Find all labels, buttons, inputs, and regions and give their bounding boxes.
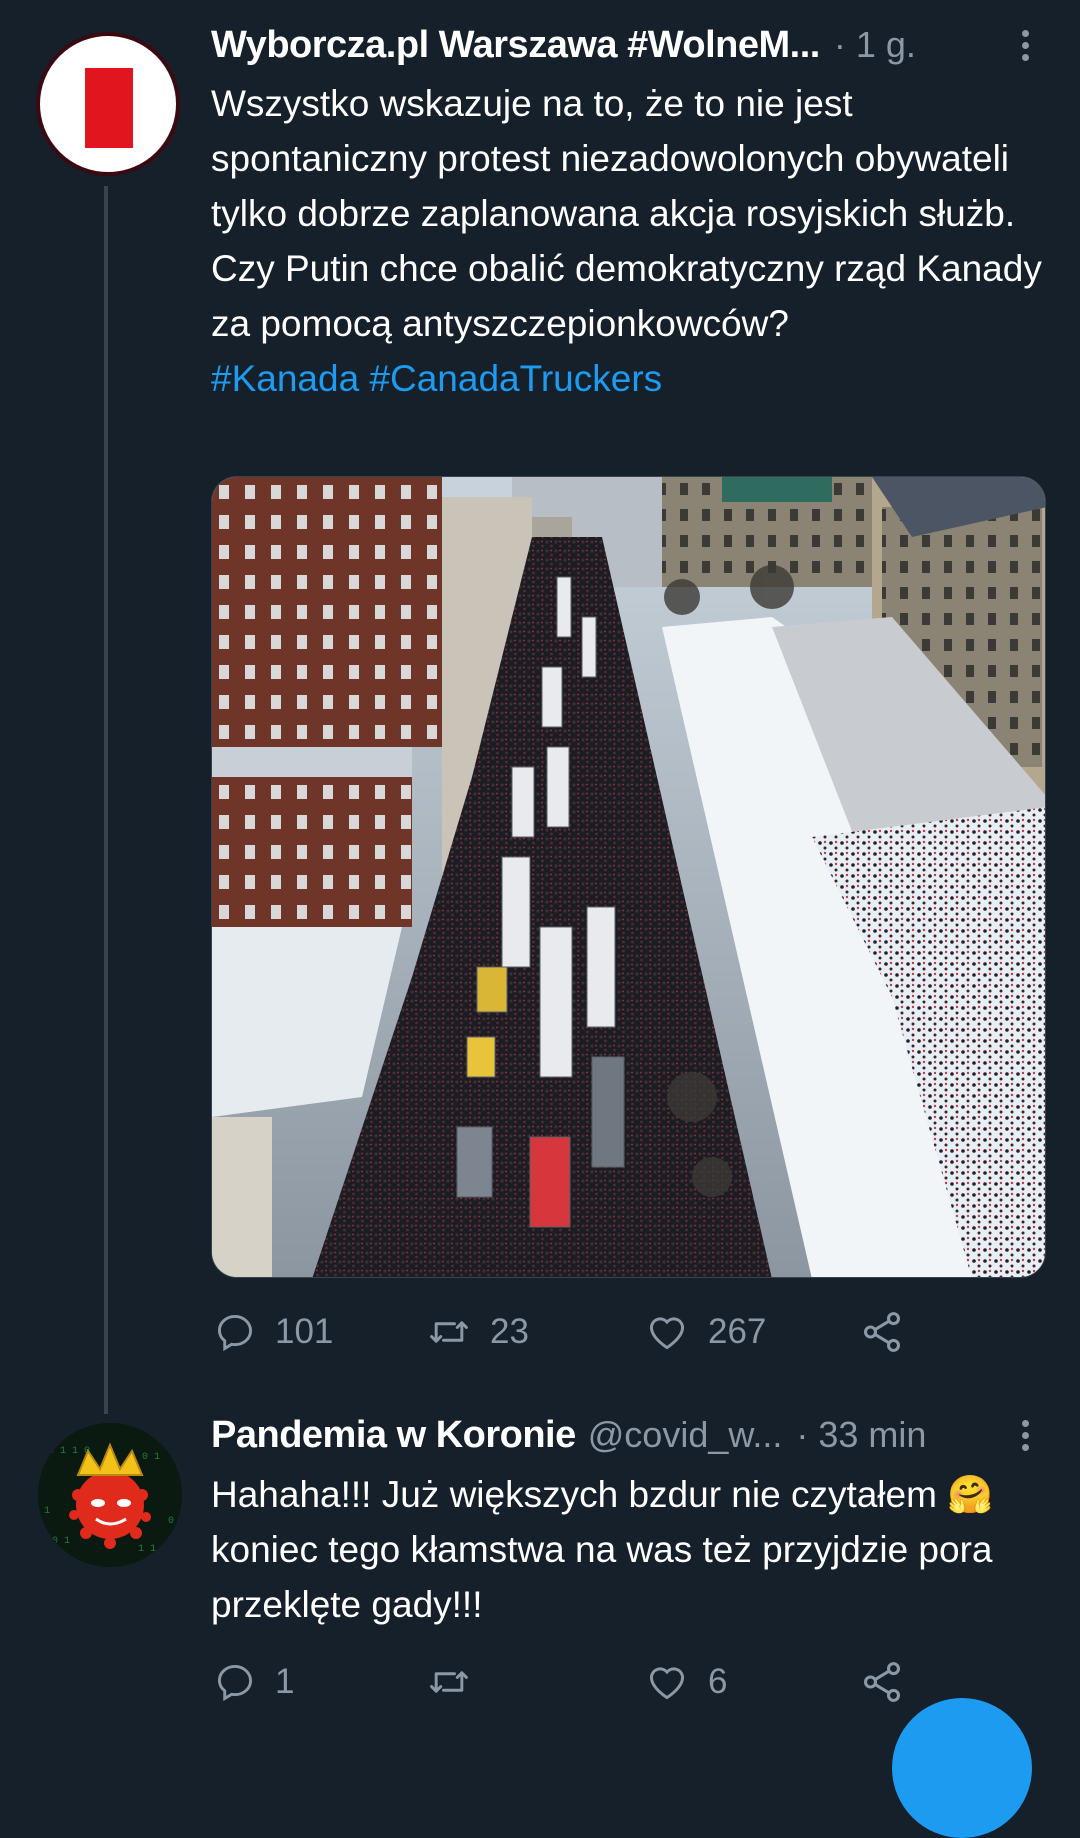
like-icon (649, 1667, 685, 1700)
avatar-wyborcza[interactable] (36, 32, 180, 176)
tweet-body: Wszystko wskazuje na to, że to nie jest … (211, 83, 1042, 344)
avatar-pandemia[interactable]: 0 1 1 01 0 1 10 0 11 1 0 (38, 1423, 182, 1567)
reply-count: 101 (275, 1312, 334, 1351)
retweet-icon (430, 1671, 468, 1693)
svg-text:0 1 1 0: 0 1 1 0 (48, 1446, 90, 1457)
wyborcza-logo (85, 68, 133, 148)
reply-icon (217, 1314, 253, 1352)
author-name-2[interactable]: Pandemia w Koronie (211, 1414, 576, 1457)
tweet-wyborcza[interactable]: Wyborcza.pl Warszawa #WolneM... · 1 g. W… (0, 0, 1080, 1414)
like-icon (649, 1317, 685, 1350)
retweet-count: 23 (490, 1312, 529, 1351)
compose-button[interactable] (892, 1698, 1032, 1838)
protest-aerial-photo (212, 477, 1045, 1277)
retweet-button-2[interactable] (426, 1652, 472, 1712)
like-count-2: 6 (708, 1662, 728, 1701)
tweet-time[interactable]: · 1 g. (834, 24, 916, 66)
share-button-2[interactable] (859, 1652, 905, 1712)
tweet-actions: 101 23 267 (211, 1302, 911, 1362)
tweet2-body: Hahaha!!! Już większych bzdur nie czytał… (211, 1474, 994, 1625)
svg-text:0: 0 (168, 1516, 174, 1527)
tweet2-header: Pandemia w Koronie @covid_w... · 33 min (211, 1414, 926, 1457)
like-count: 267 (708, 1312, 767, 1351)
author-handle-2[interactable]: @covid_w... (588, 1414, 783, 1456)
reply-icon (217, 1664, 253, 1702)
virus-king-avatar: 0 1 1 01 0 1 10 0 11 1 0 (38, 1423, 182, 1567)
tweet2-time[interactable]: · 33 min (796, 1414, 926, 1456)
tweet2-text: Hahaha!!! Już większych bzdur nie czytał… (211, 1467, 1051, 1632)
tweet2-actions: 1 6 (211, 1652, 911, 1712)
share-button[interactable] (859, 1302, 905, 1362)
author-name[interactable]: Wyborcza.pl Warszawa #WolneM... (211, 24, 820, 67)
thread-line (104, 186, 108, 1414)
svg-text:1: 1 (44, 1506, 50, 1517)
more-icon[interactable] (1015, 30, 1035, 70)
like-button-2[interactable]: 6 (644, 1652, 727, 1712)
share-icon (863, 1312, 901, 1352)
tweet-text: Wszystko wskazuje na to, że to nie jest … (211, 76, 1051, 406)
reply-button-2[interactable]: 1 (213, 1652, 294, 1712)
tweet-photo[interactable] (211, 476, 1046, 1278)
tweet-header: Wyborcza.pl Warszawa #WolneM... · 1 g. (211, 24, 916, 67)
hashtags[interactable]: #Kanada #CanadaTruckers (211, 358, 662, 399)
share-icon (863, 1662, 901, 1702)
reply-button[interactable]: 101 (213, 1302, 333, 1362)
retweet-button[interactable]: 23 (426, 1302, 529, 1362)
like-button[interactable]: 267 (644, 1302, 766, 1362)
more-icon[interactable] (1015, 1420, 1035, 1460)
retweet-icon (430, 1321, 468, 1343)
reply-count-2: 1 (275, 1662, 295, 1701)
